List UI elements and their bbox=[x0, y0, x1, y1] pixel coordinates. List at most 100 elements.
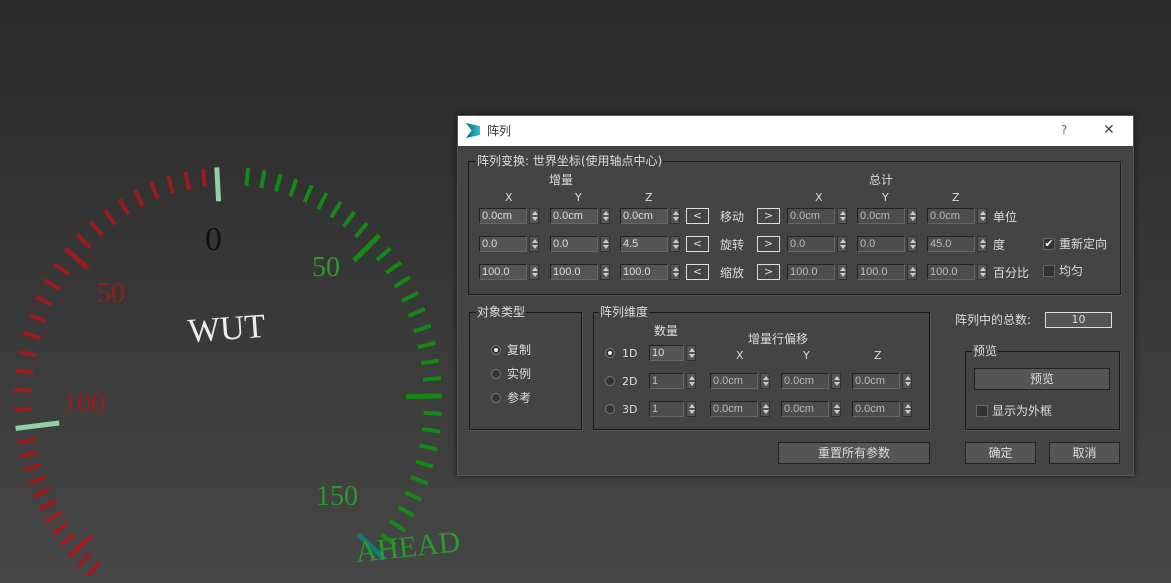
gauge-left-tick bbox=[183, 171, 191, 190]
total-2-0-input[interactable]: 100.0 bbox=[787, 264, 835, 280]
offset-input-spinner[interactable] bbox=[760, 373, 770, 389]
gauge-left-tick bbox=[63, 246, 90, 271]
increment-1-1-input[interactable]: 0.0 bbox=[550, 236, 598, 252]
dimension-radio[interactable] bbox=[605, 404, 615, 414]
row-label: 移动 bbox=[720, 210, 745, 224]
cancel-button[interactable]: 取消 bbox=[1049, 442, 1120, 464]
total-2-1-input[interactable]: 100.0 bbox=[857, 264, 905, 280]
count-input[interactable]: 1 bbox=[649, 401, 684, 417]
gauge-right-tick bbox=[352, 233, 382, 263]
copy-to-total-button[interactable]: > bbox=[757, 208, 780, 224]
total-2-1-input-spinner[interactable] bbox=[907, 264, 917, 280]
count-input[interactable]: 1 bbox=[649, 373, 684, 389]
app-icon bbox=[466, 123, 480, 138]
increment-0-0-input-spinner[interactable] bbox=[529, 208, 539, 224]
total-1-1-input[interactable]: 0.0 bbox=[857, 236, 905, 252]
total-0-0-input[interactable]: 0.0cm bbox=[787, 208, 835, 224]
increment-0-0-input[interactable]: 0.0cm bbox=[479, 208, 527, 224]
copy-to-increment-button[interactable]: < bbox=[686, 236, 709, 252]
increment-axis-x: X bbox=[505, 191, 513, 204]
close-button[interactable]: ✕ bbox=[1103, 122, 1115, 138]
total-1-2-input[interactable]: 45.0 bbox=[927, 236, 975, 252]
object-type-radio[interactable] bbox=[491, 345, 501, 355]
increment-2-1-input[interactable]: 100.0 bbox=[550, 264, 598, 280]
copy-to-increment-button[interactable]: < bbox=[686, 264, 709, 280]
increment-0-1-input-spinner[interactable] bbox=[600, 208, 610, 224]
count-input-spinner[interactable] bbox=[686, 345, 696, 361]
offset-input[interactable]: 0.0cm bbox=[781, 373, 829, 389]
increment-2-2-input-spinner[interactable] bbox=[670, 264, 680, 280]
increment-2-0-input[interactable]: 100.0 bbox=[479, 264, 527, 280]
gauge-right-tick bbox=[397, 505, 415, 518]
increment-1-0-input[interactable]: 0.0 bbox=[479, 236, 527, 252]
increment-2-1-input-spinner[interactable] bbox=[600, 264, 610, 280]
object-type-radio[interactable] bbox=[491, 393, 501, 403]
gauge-right-tick bbox=[404, 490, 423, 502]
gauge-left-tick bbox=[59, 532, 76, 547]
preview-legend: 预览 bbox=[972, 344, 999, 358]
copy-to-total-button[interactable]: > bbox=[757, 264, 780, 280]
gauge-left-tick bbox=[53, 262, 71, 277]
increment-1-1-input-spinner[interactable] bbox=[600, 236, 610, 252]
total-header: 总计 bbox=[869, 173, 894, 187]
offset-input[interactable]: 0.0cm bbox=[781, 401, 829, 417]
total-1-2-input-spinner[interactable] bbox=[977, 236, 987, 252]
offset-input-spinner[interactable] bbox=[760, 401, 770, 417]
offset-input[interactable]: 0.0cm bbox=[852, 373, 900, 389]
gauge-status-label: AHEAD bbox=[354, 525, 462, 569]
dimension-radio[interactable] bbox=[605, 376, 615, 386]
reorient-checkbox[interactable]: ✔ bbox=[1043, 238, 1055, 250]
increment-0-2-input-spinner[interactable] bbox=[670, 208, 680, 224]
increment-2-2-input[interactable]: 100.0 bbox=[620, 264, 668, 280]
total-0-2-input[interactable]: 0.0cm bbox=[927, 208, 975, 224]
increment-2-0-input-spinner[interactable] bbox=[529, 264, 539, 280]
count-input-spinner[interactable] bbox=[686, 401, 696, 417]
total-1-0-input-spinner[interactable] bbox=[837, 236, 847, 252]
copy-to-increment-button[interactable]: < bbox=[686, 208, 709, 224]
offset-input-spinner[interactable] bbox=[902, 373, 912, 389]
offset-input-spinner[interactable] bbox=[831, 373, 841, 389]
gauge-left-tick bbox=[15, 420, 60, 431]
offset-input[interactable]: 0.0cm bbox=[710, 373, 758, 389]
total-2-0-input-spinner[interactable] bbox=[837, 264, 847, 280]
gauge-left-50-label: 50 bbox=[97, 278, 125, 309]
show-as-box-checkbox[interactable] bbox=[976, 405, 988, 417]
total-2-2-input[interactable]: 100.0 bbox=[927, 264, 975, 280]
reorient-label: 重新定向 bbox=[1059, 237, 1108, 251]
total-0-1-input[interactable]: 0.0cm bbox=[857, 208, 905, 224]
show-as-box-label: 显示为外框 bbox=[992, 404, 1053, 418]
total-0-2-input-spinner[interactable] bbox=[977, 208, 987, 224]
title-bar[interactable]: 阵列 ? ✕ bbox=[458, 116, 1133, 146]
offset-input[interactable]: 0.0cm bbox=[710, 401, 758, 417]
gauge-right-tick bbox=[413, 323, 432, 334]
increment-0-2-input[interactable]: 0.0cm bbox=[620, 208, 668, 224]
reset-all-button[interactable]: 重置所有参数 bbox=[778, 442, 930, 464]
total-1-0-input[interactable]: 0.0 bbox=[787, 236, 835, 252]
increment-0-1-input[interactable]: 0.0cm bbox=[550, 208, 598, 224]
gauge-right-tick bbox=[422, 376, 442, 382]
count-header: 数量 bbox=[654, 324, 679, 338]
offset-input-spinner[interactable] bbox=[902, 401, 912, 417]
object-type-radio[interactable] bbox=[491, 369, 501, 379]
gauge-right-tick bbox=[405, 393, 443, 400]
count-input-spinner[interactable] bbox=[686, 373, 696, 389]
total-2-2-input-spinner[interactable] bbox=[977, 264, 987, 280]
dimension-radio[interactable] bbox=[605, 348, 615, 358]
total-0-0-input-spinner[interactable] bbox=[837, 208, 847, 224]
help-button[interactable]: ? bbox=[1061, 122, 1067, 138]
uniform-checkbox[interactable] bbox=[1043, 265, 1055, 277]
gauge-title-label: WUT bbox=[187, 308, 267, 350]
total-1-1-input-spinner[interactable] bbox=[907, 236, 917, 252]
increment-1-0-input-spinner[interactable] bbox=[529, 236, 539, 252]
increment-1-2-input[interactable]: 4.5 bbox=[620, 236, 668, 252]
copy-to-total-button[interactable]: > bbox=[757, 236, 780, 252]
count-input[interactable]: 10 bbox=[649, 345, 684, 361]
total-0-1-input-spinner[interactable] bbox=[907, 208, 917, 224]
total-count-label: 阵列中的总数: bbox=[955, 313, 1032, 327]
offset-input[interactable]: 0.0cm bbox=[852, 401, 900, 417]
preview-button[interactable]: 预览 bbox=[974, 368, 1110, 390]
increment-1-2-input-spinner[interactable] bbox=[670, 236, 680, 252]
offset-input-spinner[interactable] bbox=[831, 401, 841, 417]
gauge-left-tick bbox=[22, 330, 41, 340]
ok-button[interactable]: 确定 bbox=[965, 442, 1036, 464]
